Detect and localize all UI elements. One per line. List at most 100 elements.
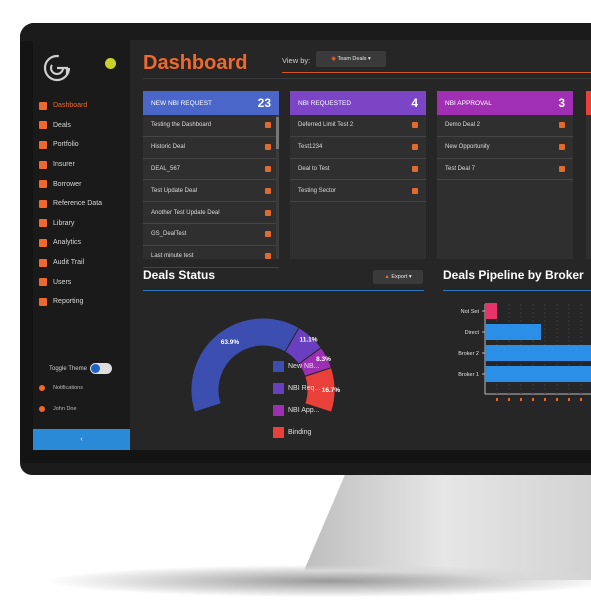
sidebar-item-library[interactable]: Library xyxy=(33,214,130,234)
legend-label: Binding xyxy=(288,428,312,436)
deal-name: Deferred Limit Test 2 xyxy=(298,122,354,129)
sidebar-item-audit-trail[interactable]: Audit Trail xyxy=(33,253,130,273)
sidebar-item-label: Library xyxy=(53,219,75,227)
edit-icon[interactable] xyxy=(265,165,271,172)
toggle-theme-row[interactable]: Toggle Theme xyxy=(49,363,112,374)
bar-active[interactable] xyxy=(485,345,591,361)
x-tick-mark xyxy=(544,398,546,401)
edit-icon[interactable] xyxy=(412,187,418,194)
logo-icon xyxy=(43,54,71,82)
deal-card[interactable]: DEAL_567 xyxy=(143,159,279,181)
deal-name: New Opportunity xyxy=(445,144,490,151)
deal-card[interactable]: New Opportunity xyxy=(437,137,573,159)
deal-card[interactable]: Test Deal 7 xyxy=(437,159,573,181)
sidebar-item-users[interactable]: Users xyxy=(33,272,130,292)
legend-item[interactable]: NBI Req... xyxy=(273,377,320,399)
x-tick-mark xyxy=(520,398,522,401)
pipeline-title: Deals Pipeline by Broker xyxy=(443,268,584,282)
deal-name: Testing Sector xyxy=(298,187,337,194)
deal-card[interactable]: Historic Deal xyxy=(143,137,279,159)
x-tick-mark xyxy=(508,398,510,401)
gauge-data-label: 16.7% xyxy=(322,387,341,394)
y-tick-label: Broker 2 xyxy=(458,351,479,357)
deal-card[interactable]: Test Update Deal xyxy=(143,180,279,203)
x-tick-mark xyxy=(556,398,558,401)
deal-card[interactable]: Last minute test xyxy=(143,246,279,268)
edit-icon[interactable] xyxy=(265,231,271,238)
sidebar-item-label: Portfolio xyxy=(53,141,79,149)
user-menu[interactable]: John Doe xyxy=(39,406,77,412)
column-title: NEW NBI REQUEST xyxy=(151,99,213,107)
legend-item[interactable]: NBI App... xyxy=(273,399,320,421)
column-header[interactable]: NBI APPROVAL 3 xyxy=(437,91,573,115)
sidebar-item-dashboard[interactable]: Dashboard xyxy=(33,96,130,116)
sidebar-item-portfolio[interactable]: Portfolio xyxy=(33,135,130,155)
column-header[interactable]: NEW NBI REQUEST 23 xyxy=(143,91,279,115)
y-tick-label: Not Set xyxy=(461,309,480,315)
edit-icon[interactable] xyxy=(559,122,565,129)
deal-column: NEW NBI REQUEST 23 Testing the Dashboard Hi… xyxy=(143,91,279,268)
pipeline-rule xyxy=(443,290,591,291)
bar-second-series[interactable] xyxy=(485,303,497,319)
deal-name: Last minute test xyxy=(151,253,194,260)
user-icon xyxy=(39,406,45,412)
sidebar-item-label: Reference Data xyxy=(53,200,103,208)
title-divider xyxy=(143,78,591,79)
edit-icon[interactable] xyxy=(559,144,565,151)
bar-active[interactable] xyxy=(485,366,591,382)
sidebar-item-label: Dashboard xyxy=(53,102,88,110)
sidebar-item-label: Audit Trail xyxy=(53,259,85,267)
x-tick-mark xyxy=(496,398,498,401)
deal-card[interactable]: Testing the Dashboard xyxy=(143,115,279,137)
sidebar-item-reporting[interactable]: Reporting xyxy=(33,292,130,312)
column-header[interactable]: NBI REQUESTED 4 xyxy=(290,91,426,115)
legend-item[interactable]: New NB... xyxy=(273,355,320,377)
chevron-down-icon: ▾ xyxy=(368,56,371,62)
deal-card[interactable]: Demo Deal 2 xyxy=(437,115,573,137)
bar-active[interactable] xyxy=(485,324,541,340)
edit-icon[interactable] xyxy=(265,253,271,260)
scrollbar-thumb[interactable] xyxy=(276,117,279,149)
pipeline-chart: Not Set Direct Broker 2 Broker 1 xyxy=(458,303,591,401)
sidebar-item-borrower[interactable]: Borrower xyxy=(33,174,130,194)
sidebar-item-analytics[interactable]: Analytics xyxy=(33,233,130,253)
sidebar-item-deals[interactable]: Deals xyxy=(33,116,130,136)
sidebar: Dashboard Deals Portfolio Insurer Borrower Re… xyxy=(33,40,130,450)
deal-card[interactable]: Test1234 xyxy=(290,137,426,159)
sidebar-item-label: Borrower xyxy=(53,180,82,188)
notifications-link[interactable]: Notifications xyxy=(39,385,83,391)
y-tick-label: Direct xyxy=(465,330,480,336)
edit-icon[interactable] xyxy=(265,144,271,151)
edit-icon[interactable] xyxy=(559,165,565,172)
deal-card[interactable]: Another Test Update Deal xyxy=(143,202,279,224)
export-button[interactable]: ▲ Export ▾ xyxy=(373,270,423,284)
column-count: 23 xyxy=(257,96,271,110)
column-count: 3 xyxy=(558,96,565,110)
view-by-select[interactable]: ◉ Team Deals ▾ xyxy=(316,51,386,67)
edit-icon[interactable] xyxy=(265,187,271,194)
legend-item[interactable]: Binding xyxy=(273,421,320,443)
sidebar-item-label: Analytics xyxy=(53,239,82,247)
sidebar-item-insurer[interactable]: Insurer xyxy=(33,155,130,175)
deal-card[interactable]: Deferred Limit Test 2 xyxy=(290,115,426,137)
legend-label: New NB... xyxy=(288,362,320,370)
legend-swatch xyxy=(273,426,284,438)
status-indicator xyxy=(105,58,116,69)
sidebar-item-label: Reporting xyxy=(53,298,84,306)
legend-label: NBI Req... xyxy=(288,384,321,392)
pie-icon xyxy=(39,140,47,149)
edit-icon[interactable] xyxy=(265,122,271,129)
deal-card[interactable]: Deal to Test xyxy=(290,159,426,181)
edit-icon[interactable] xyxy=(412,144,418,151)
sidebar-item-reference-data[interactable]: Reference Data xyxy=(33,194,130,214)
view-by-underline xyxy=(282,72,591,73)
deal-card[interactable]: Testing Sector xyxy=(290,180,426,203)
edit-icon[interactable] xyxy=(265,209,271,216)
collapse-sidebar-button[interactable]: ‹ xyxy=(33,429,130,450)
theme-toggle-switch[interactable] xyxy=(89,363,112,374)
x-tick-mark xyxy=(532,398,534,401)
column-binding-edge xyxy=(586,91,591,115)
deal-card[interactable]: GS_DealTest xyxy=(143,224,279,246)
edit-icon[interactable] xyxy=(412,122,418,129)
edit-icon[interactable] xyxy=(412,165,418,172)
